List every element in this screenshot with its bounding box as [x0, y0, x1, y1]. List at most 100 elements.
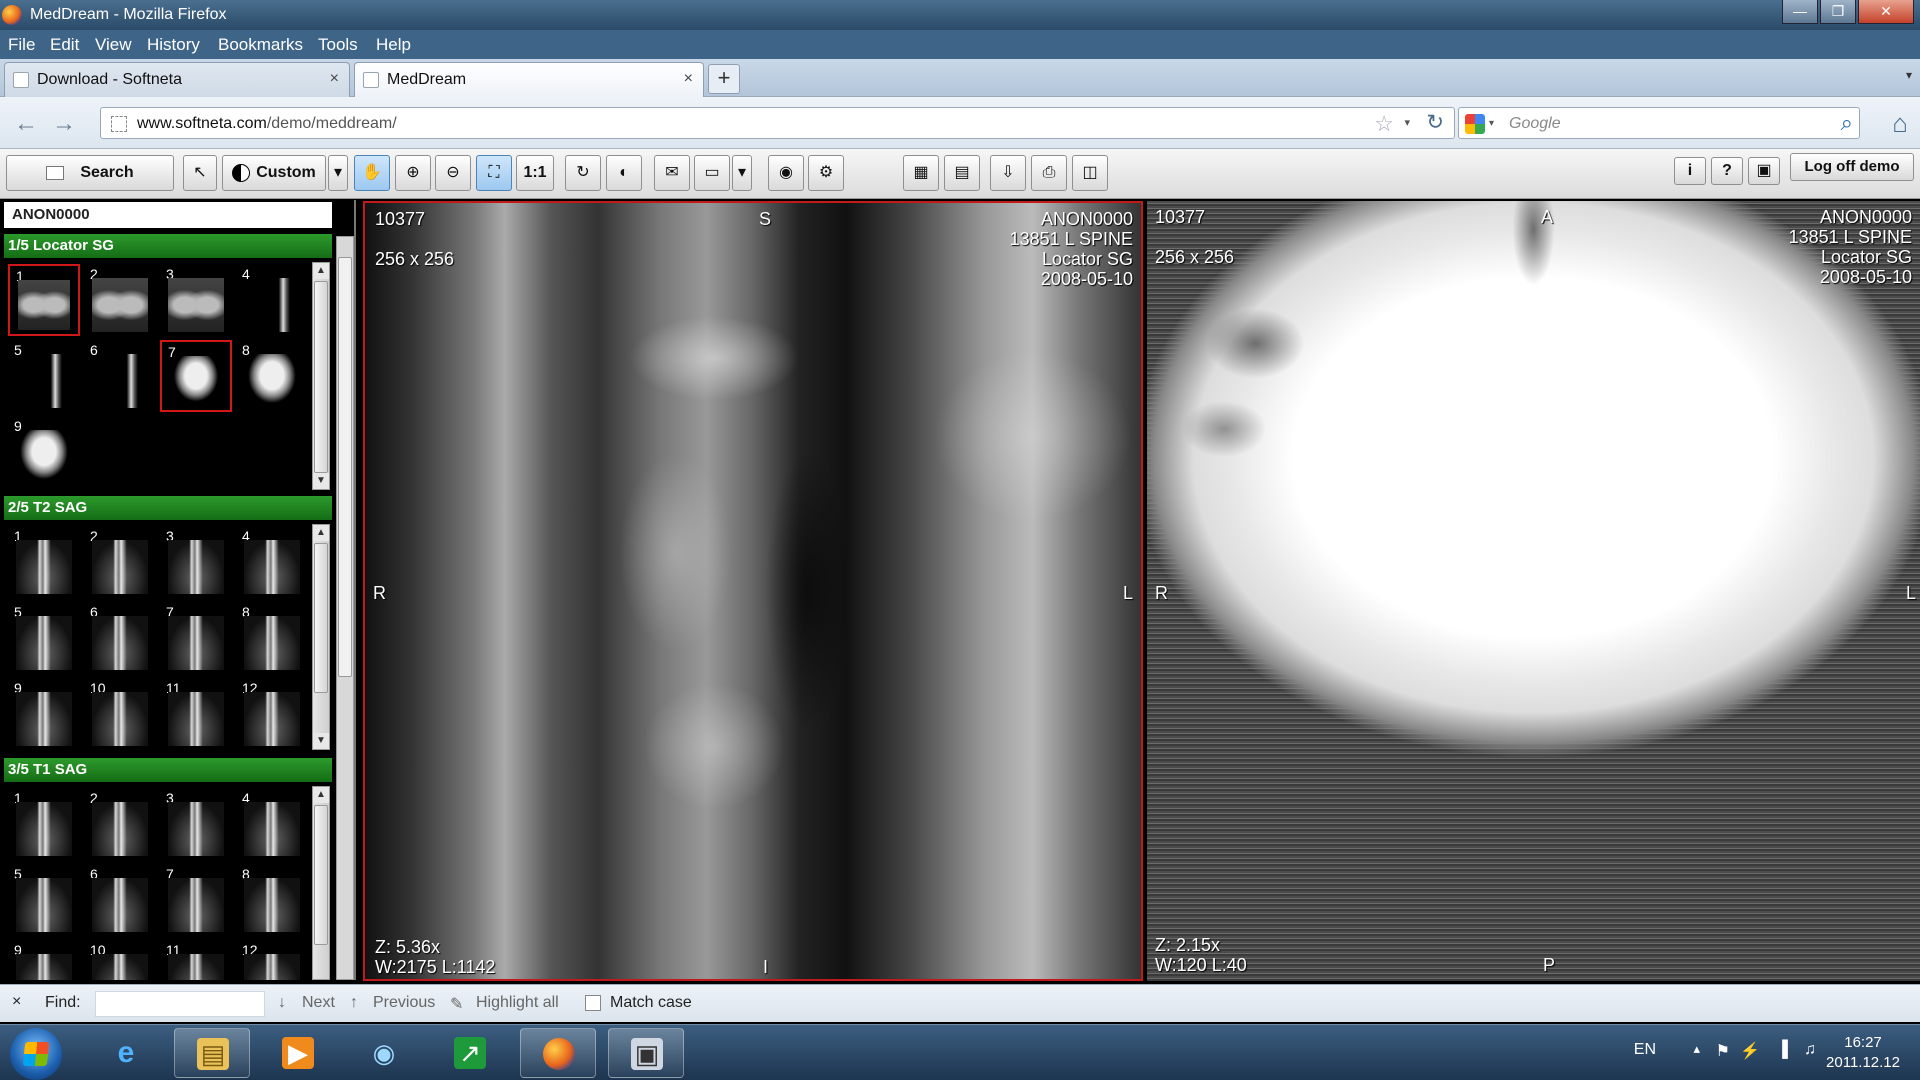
- export-button[interactable]: ⇩: [990, 155, 1026, 191]
- taskbar-media-player[interactable]: ▶: [260, 1028, 336, 1078]
- close-window-button[interactable]: ✕: [1858, 0, 1914, 24]
- power-icon[interactable]: ⚡: [1740, 1041, 1760, 1061]
- thumbnail[interactable]: 7: [160, 864, 232, 936]
- layout-grid-button[interactable]: ▦: [903, 155, 939, 191]
- show-hidden-icons-icon[interactable]: ▴: [1693, 1041, 1700, 1057]
- tab-close-icon[interactable]: ×: [684, 70, 693, 88]
- print-button[interactable]: ⎙: [1031, 155, 1067, 191]
- google-icon[interactable]: [1465, 114, 1485, 134]
- system-clock[interactable]: 16:27 2011.12.12: [1826, 1033, 1900, 1073]
- scrollbar-thumb[interactable]: [338, 257, 352, 677]
- search-button[interactable]: Search: [6, 155, 174, 191]
- highlight-all-button[interactable]: Highlight all: [476, 994, 559, 1012]
- thumbnail[interactable]: 5: [8, 340, 80, 412]
- menu-tools[interactable]: Tools: [318, 35, 358, 55]
- url-history-dropdown-icon[interactable]: ▾: [1404, 116, 1410, 129]
- thumbnail[interactable]: 6: [84, 864, 156, 936]
- thumbnail[interactable]: 6: [84, 340, 156, 412]
- scroll-up-icon[interactable]: ▲: [313, 263, 329, 279]
- thumbnail[interactable]: 3: [160, 526, 232, 598]
- scroll-down-icon[interactable]: ▼: [313, 733, 329, 749]
- scrollbar-thumb[interactable]: [314, 805, 328, 945]
- thumbnail[interactable]: 9: [8, 940, 80, 980]
- pointer-tool-button[interactable]: ↖: [183, 155, 217, 191]
- language-indicator[interactable]: EN: [1634, 1041, 1656, 1059]
- thumbnail[interactable]: 5: [8, 602, 80, 674]
- thumbnail[interactable]: 2: [84, 788, 156, 860]
- find-next-button[interactable]: Next: [302, 994, 335, 1012]
- series-scrollbar[interactable]: ▲ ▼: [312, 262, 330, 490]
- search-input[interactable]: Google: [1509, 115, 1561, 133]
- series-scrollbar[interactable]: ▲ ▼: [312, 524, 330, 750]
- thumbnail[interactable]: 12: [236, 940, 308, 980]
- invert-button[interactable]: ◐: [606, 155, 642, 191]
- thumbnail[interactable]: 8: [236, 864, 308, 936]
- tab-list-dropdown-icon[interactable]: ▾: [1906, 68, 1912, 82]
- series-scrollbar[interactable]: ▲: [312, 786, 330, 980]
- match-case-checkbox[interactable]: [585, 995, 601, 1011]
- log-off-button[interactable]: Log off demo: [1790, 153, 1914, 181]
- panel-scrollbar[interactable]: [336, 236, 354, 980]
- forward-button[interactable]: →: [52, 110, 76, 138]
- menu-view[interactable]: View: [95, 35, 132, 55]
- thumbnail[interactable]: 3: [160, 264, 232, 336]
- taskbar-ie[interactable]: e: [88, 1028, 164, 1078]
- scroll-up-icon[interactable]: ▲: [313, 787, 329, 803]
- zoom-in-button[interactable]: ⊕: [395, 155, 431, 191]
- highlight-icon[interactable]: ✎: [450, 994, 463, 1014]
- back-button[interactable]: ←: [14, 110, 38, 138]
- thumbnail[interactable]: 3: [160, 788, 232, 860]
- taskbar-network[interactable]: ◉: [346, 1028, 422, 1078]
- thumbnail[interactable]: 5: [8, 864, 80, 936]
- thumbnail[interactable]: 12: [236, 678, 308, 750]
- thumbnail[interactable]: 9: [8, 678, 80, 750]
- next-arrow-icon[interactable]: ↓: [278, 994, 286, 1012]
- find-previous-button[interactable]: Previous: [373, 994, 435, 1012]
- zoom-out-button[interactable]: ⊖: [435, 155, 471, 191]
- minimize-button[interactable]: —: [1782, 0, 1818, 24]
- annotate-button[interactable]: ✉: [654, 155, 690, 191]
- series-header-locator[interactable]: 1/5 Locator SG: [4, 234, 332, 258]
- viewport-left[interactable]: 10377 256 x 256 S ANON0000 13851 L SPINE…: [363, 201, 1143, 981]
- search-engine-dropdown-icon[interactable]: ▾: [1489, 118, 1494, 129]
- tab-close-icon[interactable]: ×: [330, 70, 339, 88]
- thumbnail[interactable]: 1: [8, 788, 80, 860]
- volume-icon[interactable]: ♫: [1804, 1041, 1816, 1059]
- compare-button[interactable]: ◫: [1072, 155, 1108, 191]
- settings-button[interactable]: ⚙: [808, 155, 844, 191]
- menu-file[interactable]: File: [8, 35, 35, 55]
- tab-meddream[interactable]: MedDream ×: [354, 62, 704, 97]
- menu-history[interactable]: History: [147, 35, 200, 55]
- thumbnail[interactable]: 4: [236, 788, 308, 860]
- rotate-button[interactable]: ↻: [565, 155, 601, 191]
- action-center-flag-icon[interactable]: ⚑: [1716, 1041, 1730, 1061]
- taskbar-explorer[interactable]: ▤: [174, 1028, 250, 1078]
- thumbnail[interactable]: 1: [8, 264, 80, 336]
- reload-icon[interactable]: ↻: [1426, 110, 1444, 135]
- film-strip-button[interactable]: ▤: [944, 155, 980, 191]
- search-bar[interactable]: ▾ Google ⌕: [1458, 107, 1860, 139]
- maximize-button[interactable]: ❐: [1820, 0, 1856, 24]
- scroll-down-icon[interactable]: ▼: [313, 473, 329, 489]
- thumbnail[interactable]: 1: [8, 526, 80, 598]
- previous-arrow-icon[interactable]: ↑: [350, 994, 358, 1012]
- series-header-t2-sag[interactable]: 2/5 T2 SAG: [4, 496, 332, 520]
- info-button[interactable]: i: [1674, 157, 1706, 185]
- thumbnail[interactable]: 7: [160, 340, 232, 412]
- scrollbar-thumb[interactable]: [314, 543, 328, 693]
- menu-edit[interactable]: Edit: [50, 35, 79, 55]
- find-input[interactable]: [95, 991, 265, 1017]
- start-button[interactable]: [10, 1028, 62, 1080]
- thumbnail[interactable]: 6: [84, 602, 156, 674]
- thumbnail[interactable]: 10: [84, 678, 156, 750]
- search-icon[interactable]: ⌕: [1841, 110, 1853, 136]
- thumbnail[interactable]: 9: [8, 416, 80, 488]
- new-tab-button[interactable]: +: [708, 64, 740, 94]
- measure-button[interactable]: ▭: [694, 155, 730, 191]
- viewport-right[interactable]: 10377 256 x 256 A ANON0000 13851 L SPINE…: [1147, 201, 1920, 981]
- url-bar[interactable]: www.softneta.com/demo/meddream/ ☆ ▾ ↻: [100, 107, 1455, 139]
- bookmark-star-icon[interactable]: ☆: [1374, 111, 1394, 137]
- close-find-bar-icon[interactable]: ×: [12, 993, 21, 1011]
- custom-preset-dropdown[interactable]: ▾: [328, 155, 348, 191]
- pan-tool-button[interactable]: ✋: [354, 155, 390, 191]
